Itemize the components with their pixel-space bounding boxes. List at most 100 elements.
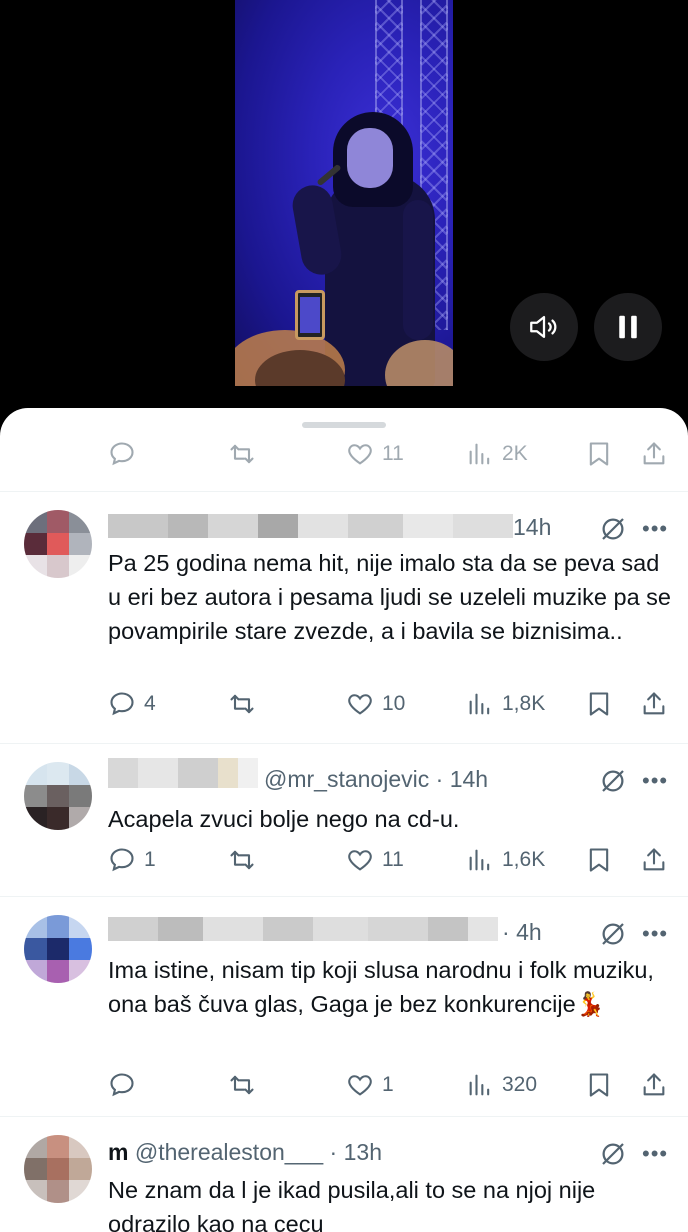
views-icon: [469, 693, 490, 715]
retweet-button[interactable]: [228, 436, 264, 472]
like-count: 10: [382, 692, 406, 715]
views-icon: [469, 443, 490, 465]
retweet-button[interactable]: [228, 842, 264, 878]
bookmark-icon: [589, 442, 609, 466]
blurred-name: [108, 514, 513, 538]
sheet-grabber[interactable]: [302, 422, 386, 428]
reply-name[interactable]: m: [108, 1139, 128, 1165]
mute-button[interactable]: [510, 293, 578, 361]
avatar-pixel: [24, 807, 47, 830]
video-frame[interactable]: [235, 0, 453, 386]
grok-icon[interactable]: [598, 1139, 628, 1169]
like-button[interactable]: 1: [346, 1067, 394, 1103]
avatar-pixel: [69, 937, 92, 961]
avatar-pixel: [24, 1135, 47, 1158]
share-button[interactable]: [640, 842, 668, 878]
views-button[interactable]: 1,6K: [466, 842, 545, 878]
bookmark-button[interactable]: [585, 842, 613, 878]
avatar-pixel: [69, 1180, 92, 1203]
reply-handle[interactable]: @mr_stanojevic: [264, 766, 429, 792]
reply-text: Ima istine, nisam tip koji slusa narodnu…: [108, 957, 654, 1017]
retweet-icon: [230, 694, 254, 714]
avatar-pixel: [24, 762, 47, 785]
heart-icon: [348, 694, 372, 715]
video-player[interactable]: [0, 0, 688, 420]
reply-text: Acapela zvuci bolje nego na cd-u.: [108, 806, 460, 832]
bookmark-button[interactable]: [585, 1067, 613, 1103]
avatar-pixel: [46, 1157, 70, 1181]
bookmark-button[interactable]: [585, 686, 613, 722]
reply-header: m @therealeston___ · 13h: [108, 1139, 382, 1165]
reply-tweet[interactable]: m @therealeston___ · 13h ••• Ne znam da …: [0, 1117, 688, 1232]
avatar-pixel: [69, 915, 92, 938]
pause-icon: [619, 315, 637, 339]
share-button[interactable]: [640, 436, 668, 472]
avatar-pixel: [24, 960, 47, 983]
avatar-pixel: [69, 532, 92, 556]
avatar-pixel: [46, 915, 70, 938]
avatar-pixel: [46, 784, 70, 808]
like-count: 1: [382, 1073, 394, 1096]
reply-icon: [110, 692, 134, 716]
pause-button[interactable]: [594, 293, 662, 361]
avatar[interactable]: [24, 915, 92, 983]
avatar-pixel: [24, 1180, 47, 1203]
avatar-pixel: [24, 510, 47, 533]
blurred-name: [108, 917, 498, 941]
reply-text: Pa 25 godina nema hit, nije imalo sta da…: [108, 550, 671, 644]
reply-tweet[interactable]: @mr_stanojevic · 14h ••• Acapela zvuci b…: [0, 744, 688, 897]
replies-sheet[interactable]: 11 2K 14h ••• Pa 25 godina nema hit, nij…: [0, 408, 688, 1232]
reply-tweet[interactable]: 14h ••• Pa 25 godina nema hit, nije imal…: [0, 492, 688, 744]
views-count: 1,8K: [502, 692, 546, 715]
avatar-pixel: [24, 784, 47, 808]
speaker-icon: [530, 315, 557, 339]
avatar-pixel: [46, 1180, 70, 1203]
avatar-pixel: [69, 510, 92, 533]
retweet-button[interactable]: [228, 1067, 264, 1103]
bookmark-icon: [589, 692, 609, 716]
retweet-button[interactable]: [228, 686, 264, 722]
grok-icon[interactable]: [598, 766, 628, 796]
reply-time: 13h: [343, 1139, 382, 1165]
avatar-pixel: [69, 960, 92, 983]
avatar-pixel: [69, 1135, 92, 1158]
reply-button[interactable]: [108, 1067, 144, 1103]
reply-tweet[interactable]: · 4h ••• Ima istine, nisam tip koji slus…: [0, 897, 688, 1117]
avatar-pixel: [46, 510, 70, 533]
avatar[interactable]: [24, 762, 92, 830]
like-button[interactable]: 11: [346, 436, 404, 472]
singer-arm: [403, 200, 433, 340]
views-button[interactable]: 1,8K: [466, 686, 545, 722]
share-icon: [643, 692, 665, 715]
avatar-pixel: [24, 937, 47, 961]
avatar[interactable]: [24, 510, 92, 578]
reply-button[interactable]: 4: [108, 686, 156, 722]
reply-button[interactable]: [108, 436, 144, 472]
avatar-pixel: [24, 555, 47, 578]
more-icon[interactable]: •••: [642, 921, 668, 947]
singer-face: [347, 128, 393, 188]
more-icon[interactable]: •••: [642, 1141, 668, 1167]
like-button[interactable]: 10: [346, 686, 405, 722]
more-icon[interactable]: •••: [642, 516, 668, 542]
avatar[interactable]: [24, 1135, 92, 1203]
reply-text: Ne znam da l je ikad pusila,ali to se na…: [108, 1177, 596, 1232]
reply-handle[interactable]: @therealeston___: [135, 1139, 323, 1165]
reply-button[interactable]: 1: [108, 842, 156, 878]
like-button[interactable]: 11: [346, 842, 404, 878]
grok-icon[interactable]: [598, 919, 628, 949]
share-button[interactable]: [640, 686, 668, 722]
share-icon: [643, 442, 665, 465]
avatar-pixel: [24, 532, 47, 556]
share-button[interactable]: [640, 1067, 668, 1103]
more-icon[interactable]: •••: [642, 768, 668, 794]
grok-icon[interactable]: [598, 514, 628, 544]
reply-count: 4: [144, 692, 156, 715]
retweet-icon: [230, 1075, 254, 1095]
views-button[interactable]: 320: [466, 1067, 537, 1103]
heart-icon: [348, 1075, 372, 1096]
avatar-pixel: [46, 1135, 70, 1158]
reply-actions: 1 320: [0, 1067, 688, 1103]
bookmark-button[interactable]: [585, 436, 613, 472]
views-button[interactable]: 2K: [466, 436, 528, 472]
